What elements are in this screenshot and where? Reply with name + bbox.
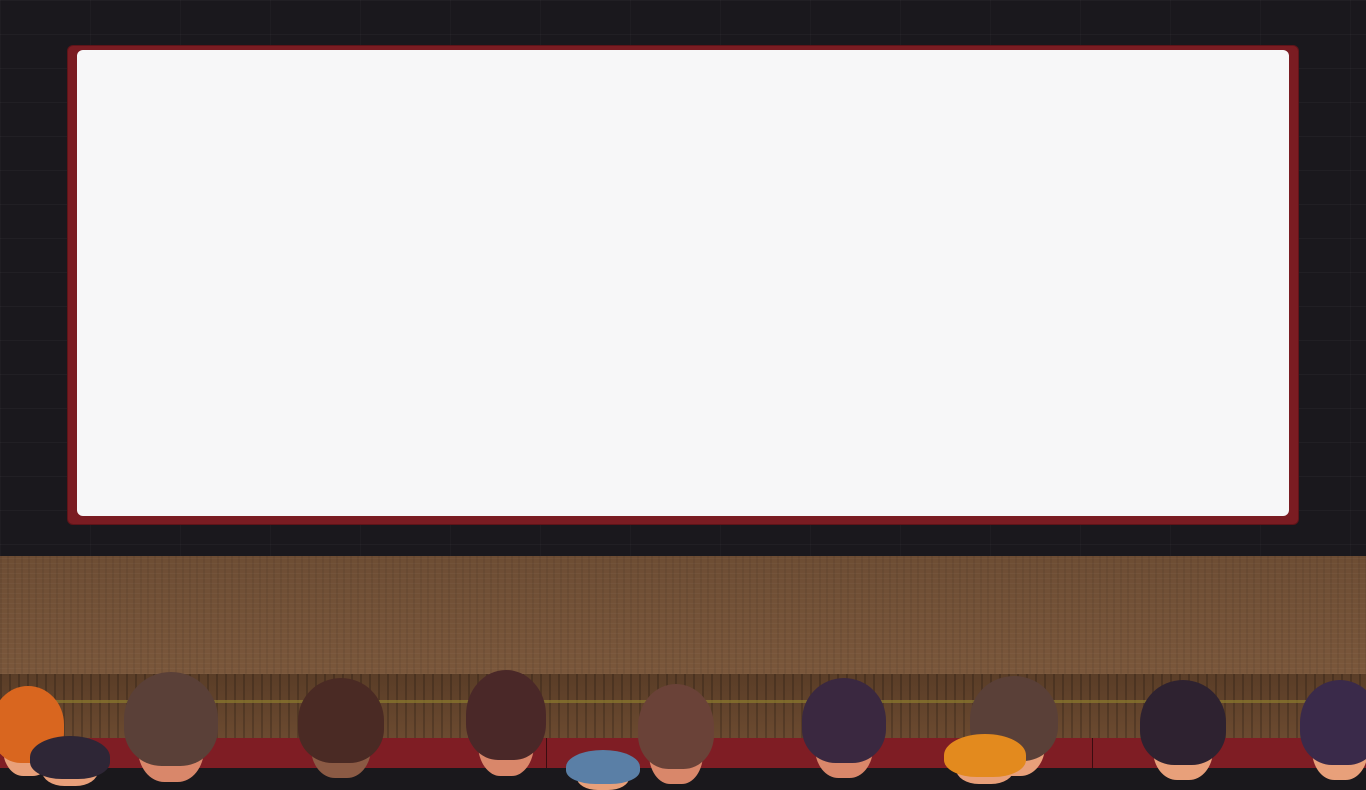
audience-member-head	[466, 670, 546, 776]
audience-member-head	[1140, 680, 1226, 780]
hair	[1300, 680, 1366, 765]
hair	[298, 678, 384, 763]
seat-divider	[546, 738, 547, 768]
audience-member-head	[298, 678, 384, 778]
hair	[638, 684, 714, 769]
cinema-screen	[77, 50, 1289, 516]
audience-member-head	[944, 734, 1026, 784]
hair	[124, 672, 218, 766]
hair	[466, 670, 546, 761]
stage-floor	[0, 556, 1366, 674]
hair	[566, 750, 640, 784]
hair	[1140, 680, 1226, 765]
audience-member-head	[124, 672, 218, 782]
cinema-screen-frame	[68, 46, 1298, 524]
hair	[30, 736, 110, 779]
hair	[802, 678, 886, 763]
hair	[944, 734, 1026, 777]
audience-member-head	[802, 678, 886, 778]
audience-member-head	[638, 684, 714, 784]
audience-member-head	[566, 750, 640, 790]
seat-divider	[1092, 738, 1093, 768]
audience-member-head	[30, 736, 110, 786]
audience-member-head	[1300, 680, 1366, 780]
